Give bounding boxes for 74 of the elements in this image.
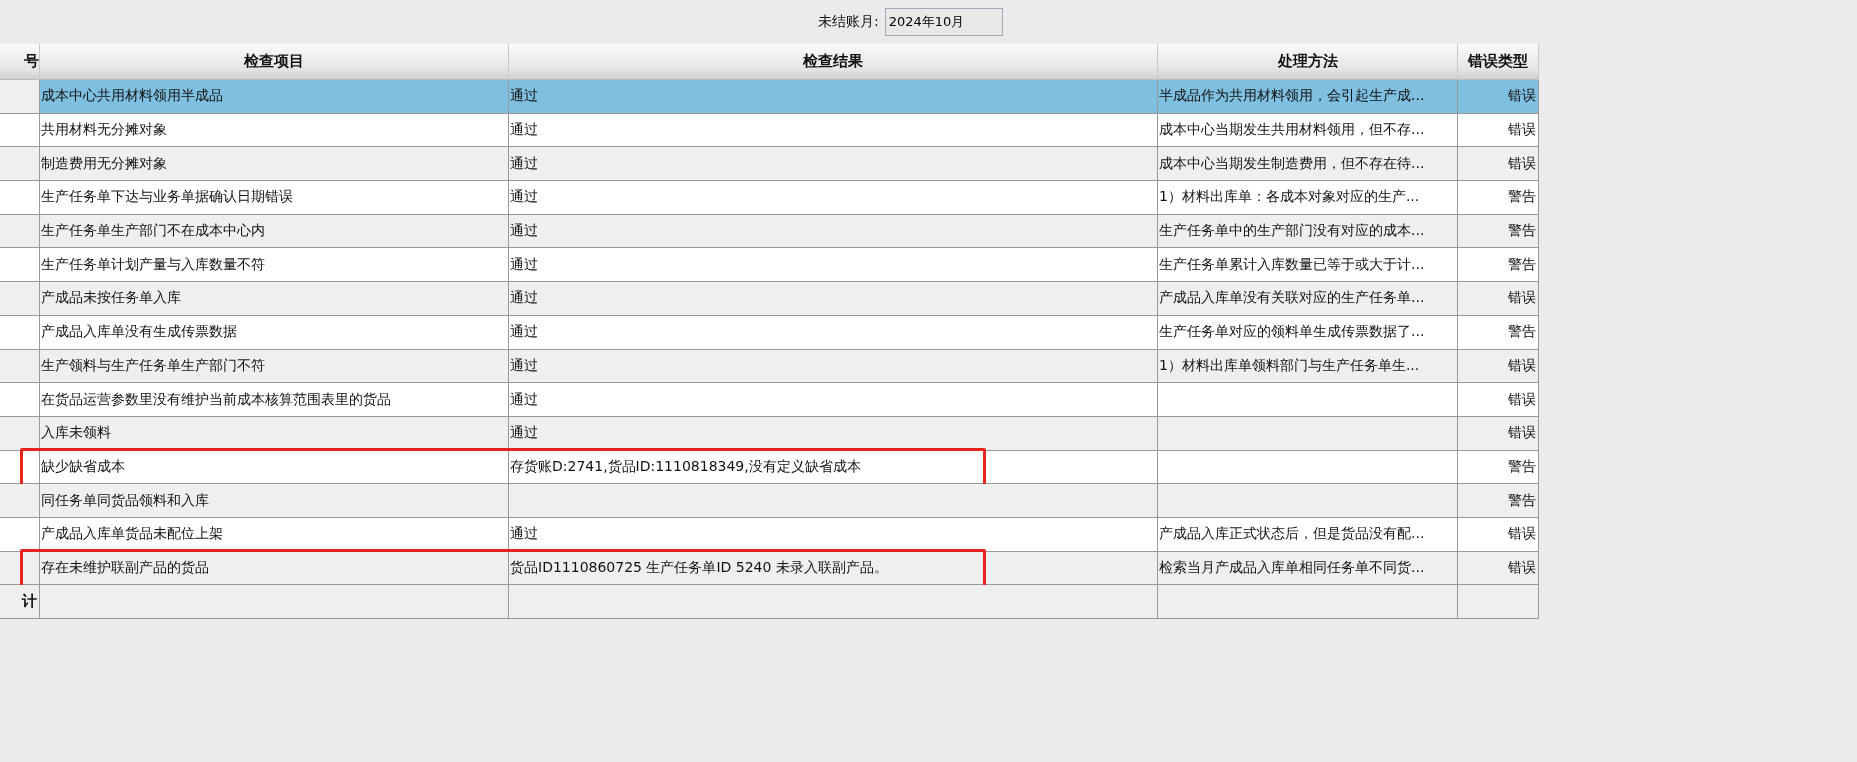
table-cell: 通过 <box>509 248 1158 283</box>
table-cell: 存货账D:2741,货品ID:1110818349,没有定义缺省成本 <box>509 450 1158 485</box>
table-cell: 错误 <box>1458 80 1539 114</box>
table-cell: 通过 <box>509 349 1158 384</box>
table-cell: 通过 <box>509 147 1158 182</box>
table-cell: 半成品作为共用材料领用，会引起生产成... <box>1158 80 1458 114</box>
table-cell: 产成品入库单没有关联对应的生产任务单... <box>1158 282 1458 316</box>
table-cell: 错误 <box>1458 282 1539 316</box>
table-cell: 生产任务单下达与业务单据确认日期错误 <box>40 181 509 215</box>
row-header-cell[interactable] <box>0 147 40 182</box>
table-cell: 错误 <box>1458 551 1539 586</box>
table-cell: 通过 <box>509 214 1158 249</box>
table-cell: 生产任务单生产部门不在成本中心内 <box>40 214 509 249</box>
column-header[interactable]: 号 <box>0 44 40 80</box>
total-label: 计 <box>0 585 40 619</box>
table-cell: 生产任务单对应的领料单生成传票数据了... <box>1158 315 1458 350</box>
table-cell: 生产任务单计划产量与入库数量不符 <box>40 248 509 283</box>
row-header-cell[interactable] <box>0 214 40 249</box>
table-cell: 缺少缺省成本 <box>40 450 509 485</box>
table-cell: 通过 <box>509 282 1158 316</box>
table-cell: 警告 <box>1458 248 1539 283</box>
table-cell: 制造费用无分摊对象 <box>40 147 509 182</box>
table-cell: 成本中心共用材料领用半成品 <box>40 80 509 114</box>
table-cell: 检索当月产成品入库单相同任务单不同货... <box>1158 551 1458 586</box>
table-cell: 成本中心当期发生制造费用，但不存在待... <box>1158 147 1458 182</box>
column-header[interactable]: 处理方法 <box>1158 44 1458 80</box>
row-header-cell[interactable] <box>0 113 40 148</box>
table-cell: 通过 <box>509 416 1158 451</box>
table-cell: 产成品入库正式状态后，但是货品没有配... <box>1158 517 1458 552</box>
table-cell: 错误 <box>1458 416 1539 451</box>
table-cell: 警告 <box>1458 484 1539 518</box>
table-cell: 在货品运营参数里没有维护当前成本核算范围表里的货品 <box>40 383 509 417</box>
table-cell: 通过 <box>509 80 1158 114</box>
row-header-cell[interactable] <box>0 484 40 518</box>
row-header-cell[interactable] <box>0 80 40 114</box>
table-cell: 成本中心当期发生共用材料领用，但不存... <box>1158 113 1458 148</box>
table-cell: 产成品入库单没有生成传票数据 <box>40 315 509 350</box>
table-cell: 通过 <box>509 383 1158 417</box>
table-cell: 错误 <box>1458 147 1539 182</box>
period-label: 未结账月: <box>818 13 879 31</box>
table-cell: 错误 <box>1458 113 1539 148</box>
row-header-cell[interactable] <box>0 416 40 451</box>
table-cell: 1）材料出库单：各成本对象对应的生产... <box>1158 181 1458 215</box>
column-header[interactable]: 检查结果 <box>509 44 1158 80</box>
table-cell: 生产领料与生产任务单生产部门不符 <box>40 349 509 384</box>
table-cell: 共用材料无分摊对象 <box>40 113 509 148</box>
row-header-cell[interactable] <box>0 181 40 215</box>
row-header-cell[interactable] <box>0 248 40 283</box>
row-header-cell[interactable] <box>0 383 40 417</box>
table-cell: 通过 <box>509 181 1158 215</box>
table-cell: 生产任务单中的生产部门没有对应的成本... <box>1158 214 1458 249</box>
table-cell: 错误 <box>1458 349 1539 384</box>
table-cell: 错误 <box>1458 517 1539 552</box>
table-cell: 存在未维护联副产品的货品 <box>40 551 509 586</box>
table-cell: 生产任务单累计入库数量已等于或大于计... <box>1158 248 1458 283</box>
table-cell: 通过 <box>509 517 1158 552</box>
table-cell: 通过 <box>509 315 1158 350</box>
row-header-cell[interactable] <box>0 282 40 316</box>
table-cell: 警告 <box>1458 315 1539 350</box>
table-cell: 警告 <box>1458 214 1539 249</box>
column-header[interactable]: 检查项目 <box>40 44 509 80</box>
table-cell: 通过 <box>509 113 1158 148</box>
table-cell: 同任务单同货品领料和入库 <box>40 484 509 518</box>
table-cell: 警告 <box>1458 450 1539 485</box>
row-header-cell[interactable] <box>0 315 40 350</box>
period-field[interactable]: 2024年10月 <box>884 8 1003 36</box>
table-cell: 1）材料出库单领料部门与生产任务单生... <box>1158 349 1458 384</box>
table-cell: 货品ID1110860725 生产任务单ID 5240 未录入联副产品。 <box>509 551 1158 586</box>
row-header-cell[interactable] <box>0 349 40 384</box>
row-header-cell[interactable] <box>0 517 40 552</box>
table-cell: 错误 <box>1458 383 1539 417</box>
table-cell: 警告 <box>1458 181 1539 215</box>
column-header[interactable]: 错误类型 <box>1458 44 1539 80</box>
table-cell: 产成品未按任务单入库 <box>40 282 509 316</box>
